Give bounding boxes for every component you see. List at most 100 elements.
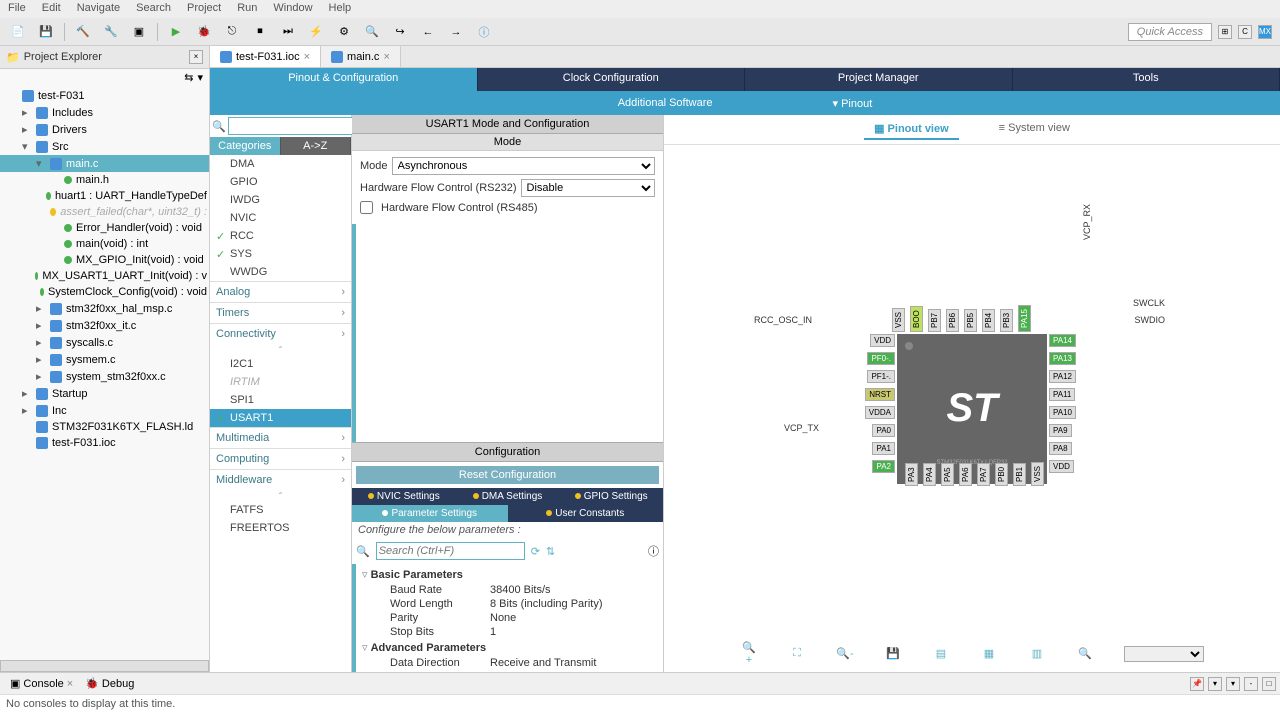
settings-tabs-row1[interactable]: NVIC SettingsDMA SettingsGPIO Settings xyxy=(352,488,663,505)
more-icon[interactable]: ⚡ xyxy=(306,22,326,42)
category-item[interactable]: FREERTOS xyxy=(210,519,351,537)
rs485-checkbox[interactable] xyxy=(360,201,373,214)
perspective-mx-icon[interactable]: MX xyxy=(1258,25,1272,39)
pin-boo[interactable]: BOO xyxy=(910,306,923,332)
new-icon[interactable]: 📄 xyxy=(8,22,28,42)
tree-item[interactable]: ▸stm32f0xx_it.c xyxy=(0,317,209,334)
category-item[interactable]: DMA xyxy=(210,155,351,173)
quick-access[interactable]: Quick Access xyxy=(1128,23,1212,41)
pin-vdd-r[interactable]: VDD xyxy=(1049,460,1074,473)
settings-tab[interactable]: NVIC Settings xyxy=(352,488,456,505)
reset-config-button[interactable]: Reset Configuration xyxy=(356,466,659,484)
category-section[interactable]: Computing› xyxy=(210,448,351,469)
category-item[interactable]: WWDG xyxy=(210,263,351,281)
category-item[interactable]: IWDG xyxy=(210,191,351,209)
config-tab[interactable]: Pinout & Configuration xyxy=(210,68,478,91)
fit-icon[interactable]: ⛶ xyxy=(788,647,806,660)
category-item[interactable]: FATFS xyxy=(210,501,351,519)
pin-pf0[interactable]: PF0-. xyxy=(867,352,895,365)
category-item[interactable]: IRTIM xyxy=(210,373,351,391)
info-icon[interactable]: ⓘ xyxy=(474,22,494,42)
settings-tabs-row2[interactable]: Parameter SettingsUser Constants xyxy=(352,505,663,522)
category-section[interactable]: Middleware› xyxy=(210,469,351,490)
pin-pa15[interactable]: PA15 xyxy=(1018,305,1031,332)
tab-categories[interactable]: Categories xyxy=(210,137,281,155)
tree-item[interactable]: test-F031.ioc xyxy=(0,435,209,451)
tree-item[interactable]: Error_Handler(void) : void xyxy=(0,220,209,236)
tree-item[interactable]: SystemClock_Config(void) : void xyxy=(0,284,209,300)
zoom-in-icon[interactable]: 🔍+ xyxy=(740,641,758,666)
menu-project[interactable]: Project xyxy=(187,2,221,16)
category-item[interactable]: RCC xyxy=(210,227,351,245)
pin-pa3[interactable]: PA3 xyxy=(905,463,918,486)
display-icon[interactable]: ▾ xyxy=(1208,677,1222,691)
h-scrollbar[interactable] xyxy=(0,660,209,672)
tree-item[interactable]: main.h xyxy=(0,172,209,188)
config-tab[interactable]: Tools xyxy=(1013,68,1280,91)
tab-debug[interactable]: 🐞 Debug xyxy=(79,675,140,692)
pin-pa4[interactable]: PA4 xyxy=(923,463,936,486)
pin-pa13[interactable]: PA13 xyxy=(1049,352,1076,365)
settings-tab[interactable]: User Constants xyxy=(508,505,664,522)
pin-console-icon[interactable]: 📌 xyxy=(1190,677,1204,691)
chip-body[interactable]: ST STM32F031K6Tx LQFP32 VDD PF0-. PF1-. … xyxy=(897,334,1047,484)
param-group[interactable]: Advanced Parameters xyxy=(362,639,657,656)
category-item[interactable]: GPIO xyxy=(210,173,351,191)
additional-software-link[interactable]: Additional Software xyxy=(618,97,713,109)
gear-icon[interactable]: ⚙ xyxy=(334,22,354,42)
list-icon[interactable]: ▥ xyxy=(1028,647,1046,660)
editor-tab[interactable]: test-F031.ioc × xyxy=(210,46,321,67)
category-item[interactable]: NVIC xyxy=(210,209,351,227)
pinout-toggle[interactable]: ▾ Pinout xyxy=(833,97,873,110)
config-tabbar[interactable]: Pinout & ConfigurationClock Configuratio… xyxy=(210,68,1280,91)
pin-pb3[interactable]: PB3 xyxy=(1000,308,1013,331)
debug-icon[interactable]: 🐞 xyxy=(194,22,214,42)
pin-pa6[interactable]: PA6 xyxy=(959,463,972,486)
sort-icon[interactable]: ⇅ xyxy=(546,545,555,558)
min-icon[interactable]: - xyxy=(1244,677,1258,691)
external-icon[interactable]: ⎋ xyxy=(222,22,242,42)
category-section[interactable]: Connectivity› xyxy=(210,323,351,344)
pin-pb6[interactable]: PB6 xyxy=(946,308,959,331)
param-row[interactable]: Word Length8 Bits (including Parity) xyxy=(362,597,657,611)
pin-pf1[interactable]: PF1-. xyxy=(867,370,895,383)
tree-item[interactable]: main(void) : int xyxy=(0,236,209,252)
run-icon[interactable]: ▶ xyxy=(166,22,186,42)
tree-item[interactable]: ▸system_stm32f0xx.c xyxy=(0,368,209,385)
pin-vdda[interactable]: VDDA xyxy=(865,406,895,419)
main-menu[interactable]: FileEditNavigateSearchProjectRunWindowHe… xyxy=(0,0,1280,18)
menu-file[interactable]: File xyxy=(8,2,26,16)
param-row[interactable]: Baud Rate38400 Bits/s xyxy=(362,583,657,597)
category-item[interactable]: USART1 xyxy=(210,409,351,427)
pin-vss-b[interactable]: VSS xyxy=(1031,461,1044,485)
tree-item[interactable]: ▸Startup xyxy=(0,385,209,402)
max-icon[interactable]: □ xyxy=(1262,677,1276,691)
save-icon[interactable]: 💾 xyxy=(36,22,56,42)
tree-item[interactable]: MX_GPIO_Init(void) : void xyxy=(0,252,209,268)
pin-pa9[interactable]: PA9 xyxy=(1049,424,1072,437)
tree-item[interactable]: huart1 : UART_HandleTypeDef xyxy=(0,188,209,204)
tree-item[interactable]: ▸Includes xyxy=(0,104,209,121)
wrench-icon[interactable]: 🔧 xyxy=(101,22,121,42)
pin-vss-t[interactable]: VSS xyxy=(892,307,905,331)
pin-pb7[interactable]: PB7 xyxy=(928,308,941,331)
perspective-open-icon[interactable]: ⊞ xyxy=(1218,25,1232,39)
chip-icon[interactable]: ▣ xyxy=(129,22,149,42)
tree-item[interactable]: ▸syscalls.c xyxy=(0,334,209,351)
category-section[interactable]: Timers› xyxy=(210,302,351,323)
tab-az[interactable]: A->Z xyxy=(281,137,352,155)
pin-pa1[interactable]: PA1 xyxy=(872,442,895,455)
pin-pb1[interactable]: PB1 xyxy=(1013,462,1026,485)
settings-tab[interactable]: GPIO Settings xyxy=(559,488,663,505)
pin-pa10[interactable]: PA10 xyxy=(1049,406,1076,419)
tree-item[interactable]: MX_USART1_UART_Init(void) : v xyxy=(0,268,209,284)
param-row[interactable]: Data DirectionReceive and Transmit xyxy=(362,656,657,670)
params-tree[interactable]: Basic ParametersBaud Rate38400 Bits/sWor… xyxy=(352,564,663,672)
back-icon[interactable]: ← xyxy=(418,22,438,42)
menu-help[interactable]: Help xyxy=(329,2,352,16)
hwflow-select[interactable]: Disable xyxy=(521,179,656,197)
menu-navigate[interactable]: Navigate xyxy=(77,2,120,16)
new-console-icon[interactable]: ▾ xyxy=(1226,677,1240,691)
editor-tab[interactable]: main.c × xyxy=(321,46,401,67)
pin-pa8[interactable]: PA8 xyxy=(1049,442,1072,455)
